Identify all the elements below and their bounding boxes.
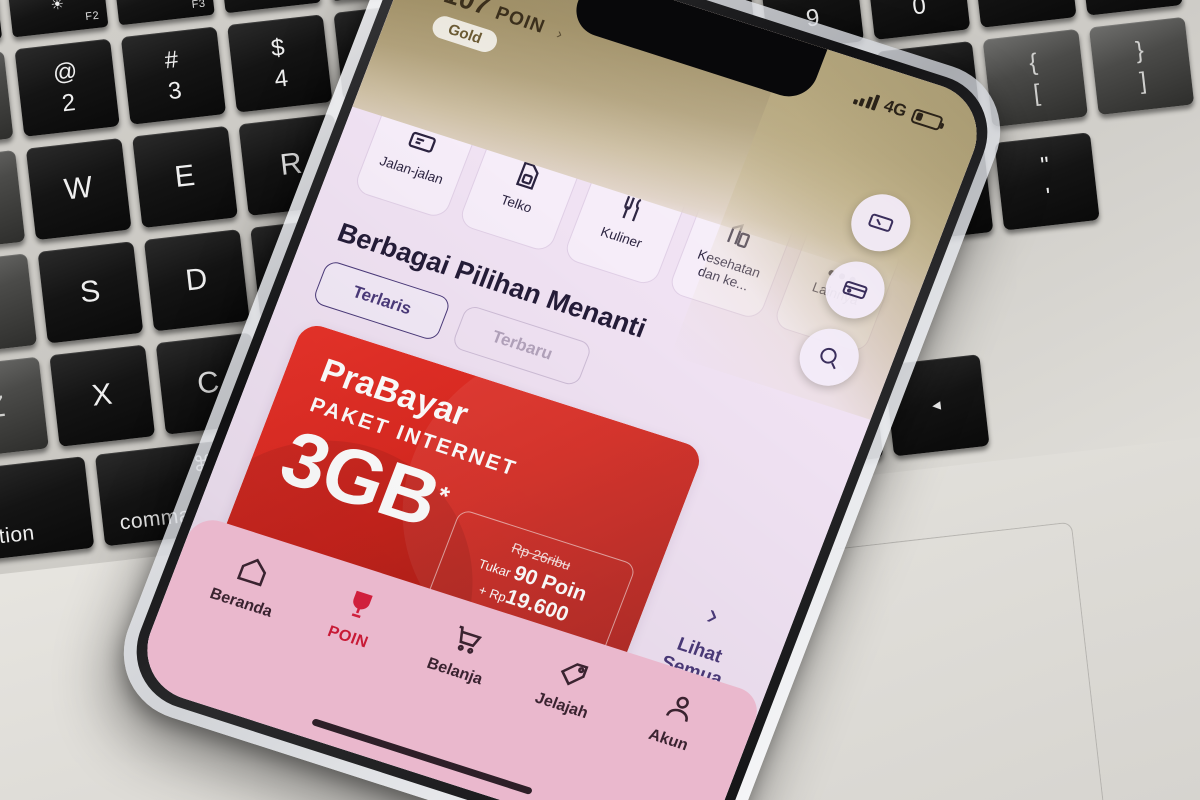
nav-item-beranda[interactable]: Beranda [185, 538, 312, 629]
nav-item-jelajah[interactable]: Jelajah [506, 641, 633, 732]
key-f4[interactable]: ▦F4 [220, 0, 322, 14]
category-kuliner[interactable]: Kuliner [562, 153, 694, 288]
brightness-high-icon: ☀ [49, 0, 66, 14]
health-icon [726, 224, 750, 249]
food-icon [622, 196, 642, 222]
person-icon [665, 696, 689, 722]
key-3[interactable]: #3 [120, 26, 227, 125]
ticket-icon [408, 132, 436, 153]
key-equal[interactable]: += [1077, 0, 1183, 16]
trophy-icon [351, 590, 373, 619]
signal-bars-icon [852, 89, 881, 111]
network-label: 4G [881, 96, 910, 121]
chevron-right-icon: › [702, 598, 724, 632]
nav-item-belanja[interactable]: Belanja [399, 607, 526, 698]
key-q[interactable]: Q [0, 150, 26, 253]
category-kesehatan[interactable]: Kesehatan dan ke... [666, 186, 799, 321]
nav-item-akun[interactable]: Akun [612, 675, 739, 766]
nav-item-poin[interactable]: POIN [292, 572, 419, 663]
home-icon [236, 558, 267, 587]
voucher-icon [868, 213, 894, 232]
key-2[interactable]: @2 [14, 38, 120, 137]
sim-card-icon [515, 161, 539, 191]
key-0[interactable]: )0 [864, 0, 971, 40]
card-icon [842, 280, 868, 300]
key-z[interactable]: Z [0, 356, 49, 459]
key-f3[interactable]: ◫F3 [114, 0, 215, 26]
key-s[interactable]: S [37, 241, 144, 344]
search-icon [820, 347, 837, 370]
key-a[interactable]: A [0, 253, 38, 356]
key-option-left[interactable]: altoption [0, 456, 95, 563]
key-bracket-right[interactable]: }] [1088, 16, 1195, 116]
key-d[interactable]: D [143, 229, 250, 332]
key-f2[interactable]: ☀ F2 [7, 0, 109, 38]
screenshot-stage: ☼F1 ☀F2 ◫F3 ▦F4 ☾F5 ☼F6 ◀◀F7 ▶❙F8 ▶▶F9 🔇… [0, 0, 1200, 800]
key-f1[interactable]: ☼F1 [0, 0, 3, 50]
compass-tag-icon [560, 663, 589, 686]
category-telko[interactable]: Telko [457, 119, 589, 254]
mission-control-icon: ◫ [156, 0, 173, 2]
cart-icon [457, 625, 483, 654]
key-1[interactable]: !1 [0, 50, 14, 149]
key-quote[interactable]: " ' [994, 132, 1100, 231]
key-4[interactable]: $4 [227, 14, 333, 113]
battery-icon [910, 107, 945, 131]
key-e[interactable]: E [132, 125, 238, 229]
points-unit: POIN [492, 2, 548, 38]
key-w[interactable]: W [25, 137, 132, 241]
key-x[interactable]: X [49, 344, 156, 447]
category-jalan-jalan[interactable]: Jalan-jalan [352, 85, 484, 220]
key-minus[interactable]: _- [971, 0, 1077, 28]
